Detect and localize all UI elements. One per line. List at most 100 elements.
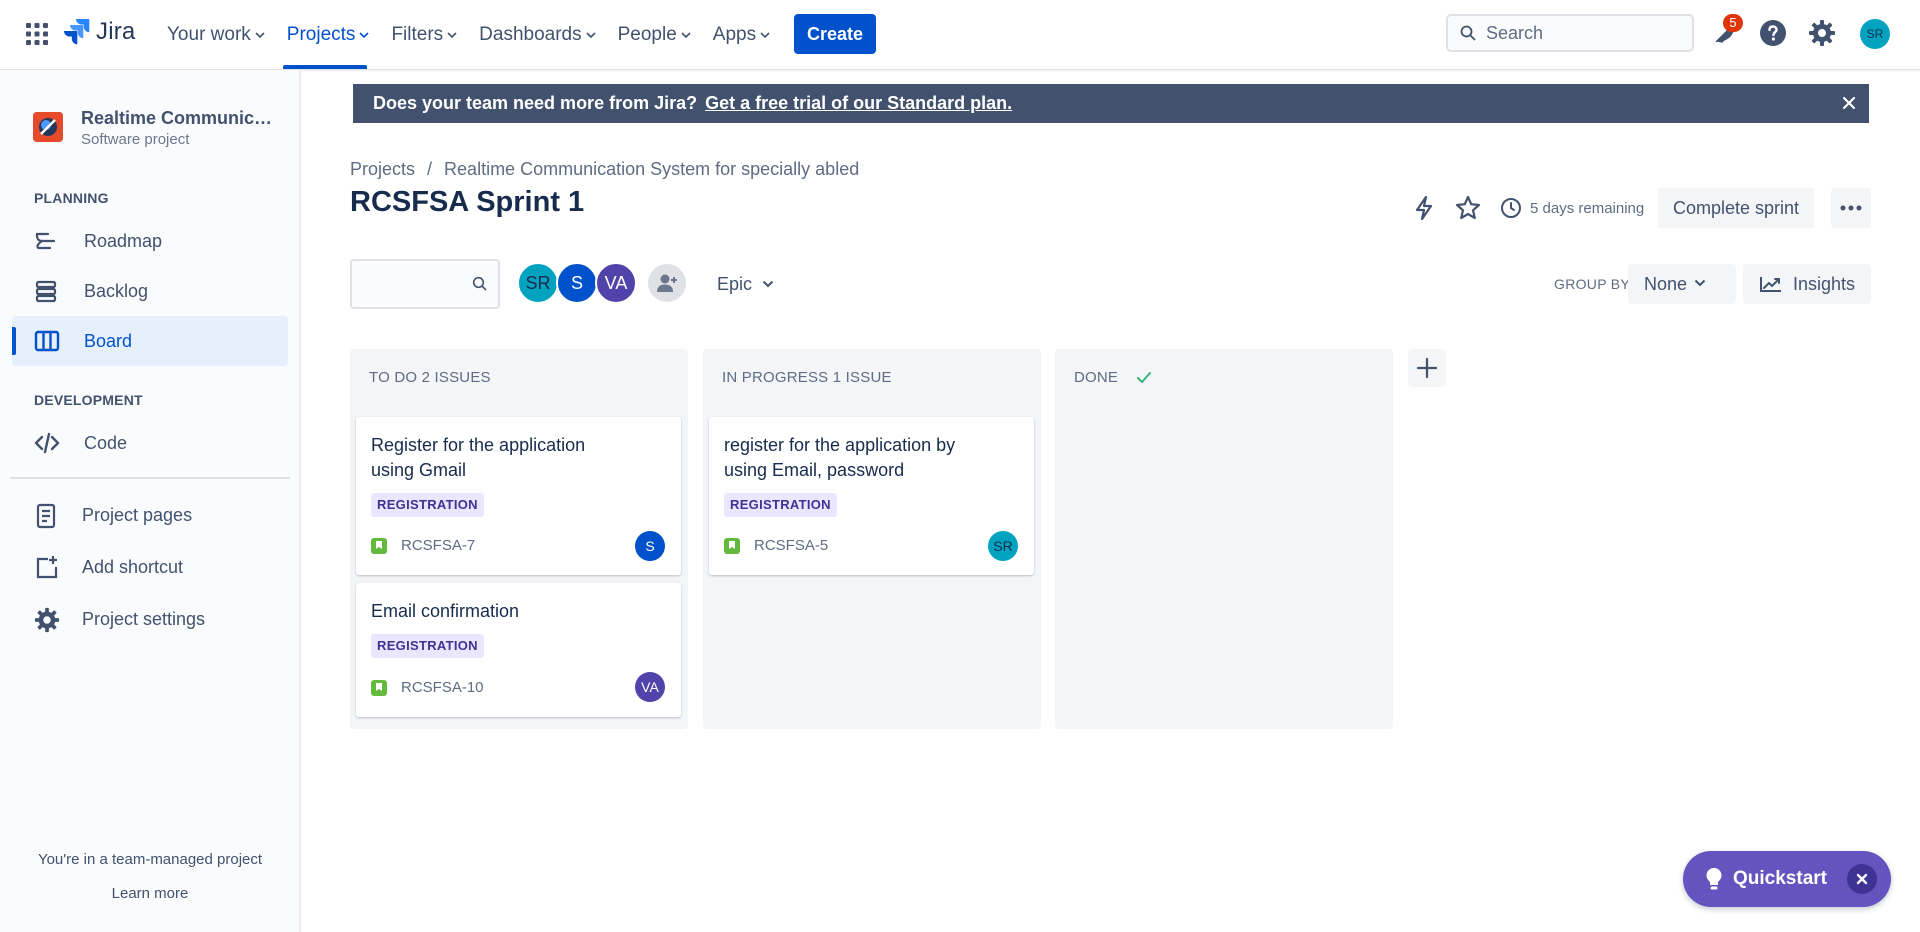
- nav-people[interactable]: People: [607, 0, 702, 69]
- jira-logo[interactable]: Jira: [64, 18, 135, 46]
- nav-filters-label: Filters: [391, 23, 444, 45]
- search-input[interactable]: [1484, 21, 1678, 45]
- column-title: IN PROGRESS 1 ISSUE: [722, 369, 892, 386]
- project-sidebar: Realtime Communicati... Software project…: [0, 70, 301, 932]
- group-by-value: None: [1644, 273, 1688, 294]
- breadcrumb-separator: /: [427, 159, 433, 179]
- sidebar-item-backlog[interactable]: Backlog: [12, 266, 288, 316]
- chevron-down-icon: [681, 31, 691, 38]
- group-by-label: GROUP BY: [1554, 276, 1631, 292]
- assignee-filter-avatar[interactable]: S: [556, 262, 598, 304]
- nav-filters[interactable]: Filters: [380, 0, 468, 69]
- epic-filter-dropdown[interactable]: Epic: [705, 264, 786, 304]
- column-title: DONE: [1074, 369, 1119, 386]
- issue-key: RCSFSA-7: [401, 537, 476, 554]
- assignee-filter-avatar[interactable]: VA: [595, 262, 637, 304]
- sidebar-item-board[interactable]: Board: [12, 316, 288, 366]
- sidebar-item-project-settings-label: Project settings: [82, 608, 206, 629]
- learn-more-link[interactable]: Learn more: [0, 885, 300, 902]
- roadmap-icon: [34, 229, 58, 253]
- breadcrumb: Projects / Realtime Communication System…: [350, 159, 859, 180]
- board-search[interactable]: [350, 259, 500, 309]
- insights-button[interactable]: Insights: [1743, 264, 1871, 304]
- column-title: TO DO 2 ISSUES: [369, 369, 491, 386]
- column-header: DONE: [1074, 369, 1152, 386]
- breadcrumb-project[interactable]: Realtime Communication System for specia…: [444, 159, 859, 180]
- upgrade-banner: Does your team need more from Jira? Get …: [353, 84, 1869, 123]
- issue-key: RCSFSA-10: [401, 679, 484, 696]
- sidebar-item-board-label: Board: [84, 330, 133, 351]
- board-column-in-progress: IN PROGRESS 1 ISSUE register for the app…: [703, 349, 1041, 729]
- story-icon: [371, 538, 387, 554]
- star-icon[interactable]: [1455, 195, 1481, 221]
- sidebar-item-project-settings[interactable]: Project settings: [12, 594, 288, 644]
- add-shortcut-icon: [34, 555, 60, 581]
- board-column-todo: TO DO 2 ISSUES Register for the applicat…: [350, 349, 688, 729]
- assignee-avatar: VA: [635, 672, 665, 702]
- development-section-label: DEVELOPMENT: [34, 392, 143, 408]
- quickstart-label: Quickstart: [1733, 868, 1827, 889]
- sidebar-item-add-shortcut-label: Add shortcut: [82, 556, 184, 577]
- chevron-down-icon: [1694, 279, 1706, 287]
- notification-count-badge: 5: [1723, 14, 1743, 32]
- top-navigation: Jira Your work Projects Filters Dashboar…: [0, 0, 1920, 70]
- chevron-down-icon: [255, 31, 265, 38]
- column-header: IN PROGRESS 1 ISSUE: [722, 369, 892, 386]
- complete-sprint-button[interactable]: Complete sprint: [1658, 188, 1814, 228]
- epic-lozenge: REGISTRATION: [371, 634, 484, 658]
- insights-label: Insights: [1793, 273, 1856, 294]
- create-button[interactable]: Create: [794, 14, 876, 54]
- assignee-avatar: S: [635, 531, 665, 561]
- nav-your-work[interactable]: Your work: [156, 0, 276, 69]
- trend-chart-icon: [1760, 277, 1781, 292]
- banner-trial-link[interactable]: Get a free trial of our Standard plan.: [705, 93, 1012, 114]
- check-icon: [1137, 371, 1152, 383]
- project-avatar-icon: [33, 112, 63, 142]
- issue-card[interactable]: Register for the application using Gmail…: [356, 417, 681, 575]
- sidebar-item-add-shortcut[interactable]: Add shortcut: [12, 542, 288, 592]
- project-header[interactable]: Realtime Communicati... Software project: [33, 108, 281, 148]
- epic-lozenge: REGISTRATION: [371, 493, 484, 517]
- nav-apps-label: Apps: [712, 23, 757, 45]
- nav-your-work-label: Your work: [167, 23, 251, 45]
- sidebar-item-project-pages[interactable]: Project pages: [12, 490, 288, 540]
- more-actions-button[interactable]: [1831, 188, 1871, 228]
- sidebar-item-code[interactable]: Code: [12, 418, 288, 468]
- sprint-time-remaining: 5 days remaining: [1500, 197, 1644, 219]
- sidebar-divider: [10, 477, 290, 479]
- breadcrumb-projects[interactable]: Projects: [350, 159, 415, 180]
- nav-dashboards[interactable]: Dashboards: [468, 0, 606, 69]
- user-avatar[interactable]: SR: [1860, 19, 1890, 49]
- issue-card[interactable]: register for the application by using Em…: [709, 417, 1034, 575]
- chevron-down-icon: [586, 31, 596, 38]
- group-by-dropdown[interactable]: None: [1628, 264, 1736, 304]
- nav-dashboards-label: Dashboards: [479, 23, 582, 45]
- issue-card[interactable]: Email confirmation REGISTRATION RCSFSA-1…: [356, 583, 681, 717]
- issue-summary: Email confirmation: [371, 601, 520, 621]
- automation-lightning-icon[interactable]: [1413, 195, 1435, 221]
- sidebar-item-roadmap-label: Roadmap: [84, 230, 163, 251]
- sidebar-item-roadmap[interactable]: Roadmap: [12, 216, 288, 266]
- logo-text: Jira: [96, 18, 136, 45]
- assignee-avatar: SR: [988, 531, 1018, 561]
- team-managed-note: You're in a team-managed project: [37, 851, 263, 868]
- plus-icon: [1416, 357, 1438, 379]
- board-search-input[interactable]: [360, 271, 464, 291]
- add-people-button[interactable]: [646, 262, 688, 304]
- story-icon: [724, 538, 740, 554]
- settings-gear-icon[interactable]: [1808, 19, 1836, 47]
- add-column-button[interactable]: [1408, 349, 1446, 387]
- close-icon[interactable]: [1847, 864, 1877, 894]
- nav-projects[interactable]: Projects: [276, 0, 381, 69]
- nav-apps[interactable]: Apps: [702, 0, 781, 69]
- global-search[interactable]: [1446, 14, 1694, 52]
- column-header: TO DO 2 ISSUES: [369, 369, 491, 386]
- quickstart-button[interactable]: Quickstart: [1683, 851, 1891, 907]
- board-icon: [34, 329, 60, 353]
- help-icon[interactable]: [1759, 19, 1787, 47]
- epic-filter-label: Epic: [717, 273, 753, 294]
- assignee-filter-avatar[interactable]: SR: [517, 262, 559, 304]
- issue-key: RCSFSA-5: [754, 537, 829, 554]
- close-icon[interactable]: [1841, 95, 1857, 111]
- app-switcher-icon[interactable]: [26, 23, 48, 45]
